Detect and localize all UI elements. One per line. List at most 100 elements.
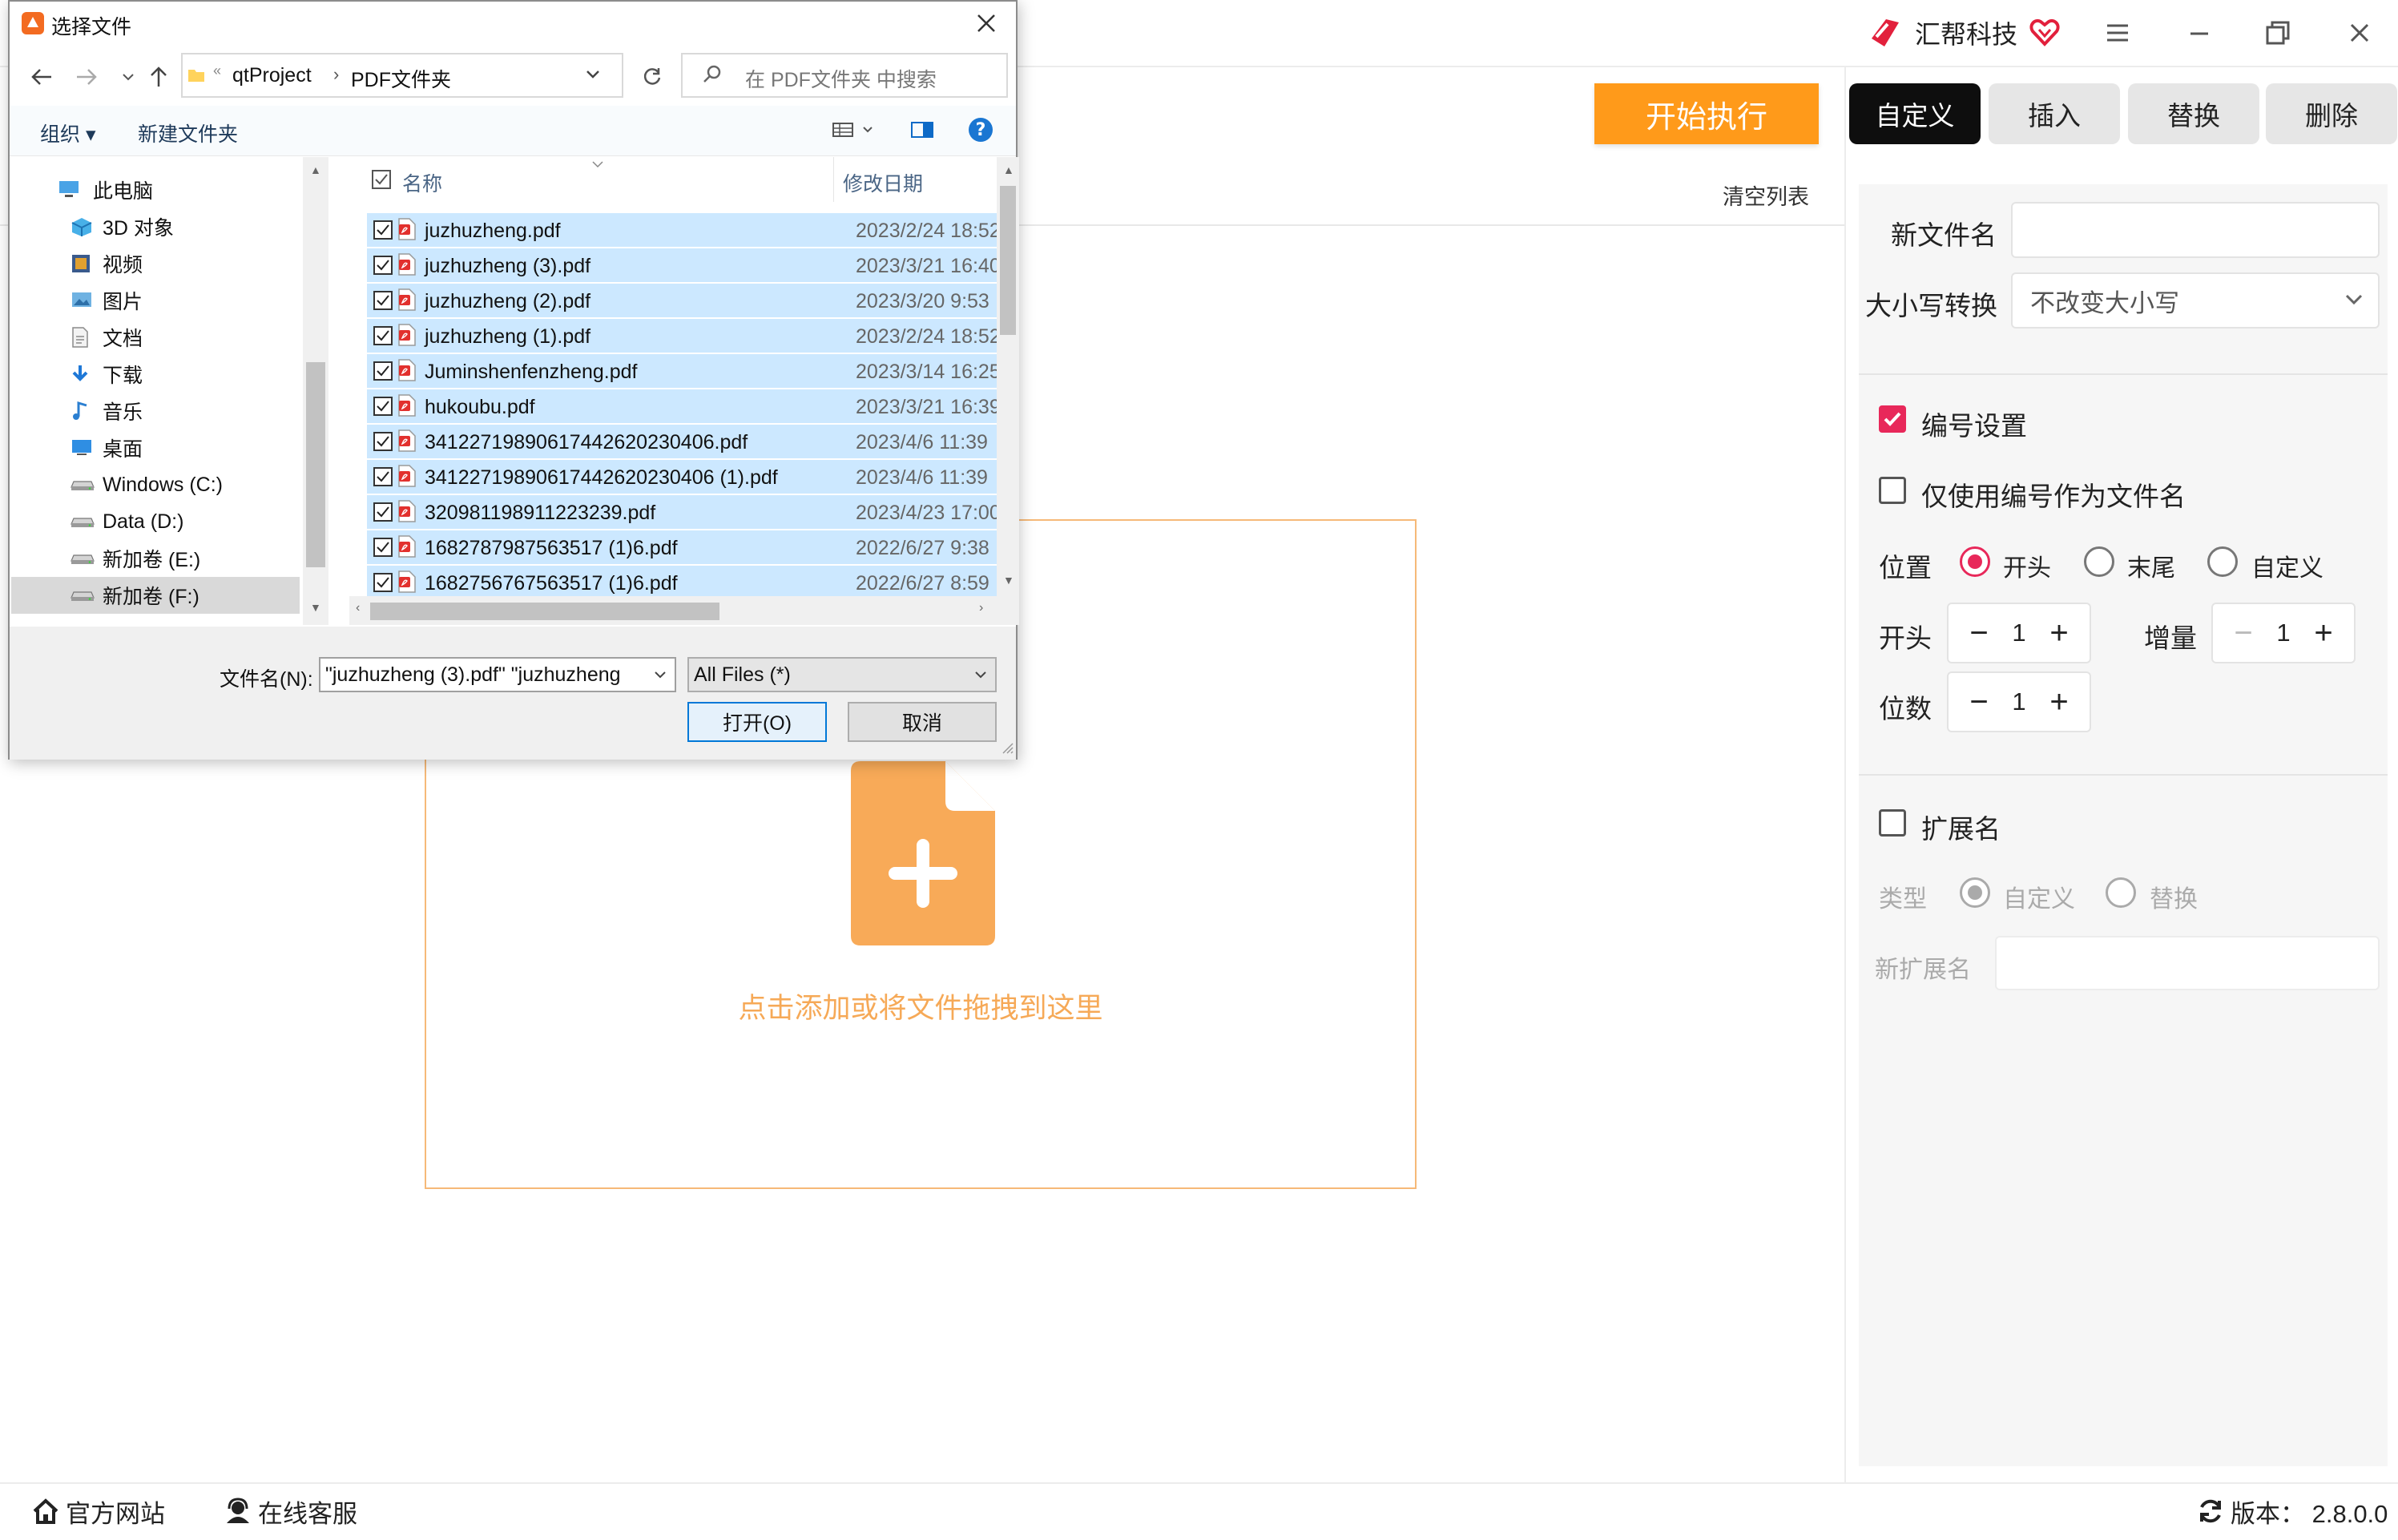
file-checkbox[interactable] — [373, 467, 393, 486]
breadcrumb-pdf-folder[interactable]: PDF文件夹 — [351, 64, 451, 93]
new-filename-input[interactable] — [2011, 202, 2380, 258]
increment-increment-button[interactable]: + — [2304, 604, 2343, 662]
view-options-icon[interactable] — [832, 120, 877, 139]
file-checkbox[interactable] — [373, 256, 393, 275]
numbering-checkbox[interactable] — [1879, 405, 1906, 433]
file-checkbox[interactable] — [373, 432, 393, 451]
start-stepper[interactable]: − 1 + — [1947, 603, 2091, 663]
nav-item-8[interactable]: Windows (C:) — [11, 466, 300, 503]
nav-item-3[interactable]: 图片 — [11, 282, 300, 319]
breadcrumb-qtproject[interactable]: qtProject — [232, 64, 312, 87]
dialog-close-icon[interactable] — [976, 13, 997, 34]
file-checkbox[interactable] — [373, 502, 393, 522]
file-hscroll-thumb[interactable] — [370, 603, 719, 620]
vip-heart-icon[interactable] — [2029, 17, 2061, 49]
column-header-date[interactable]: 修改日期 — [843, 168, 923, 197]
file-row[interactable]: juzhuzheng (2).pdf 2023/3/20 9:53 — [367, 284, 997, 319]
nav-scroll-thumb[interactable] — [306, 362, 325, 567]
start-increment-button[interactable]: + — [2040, 604, 2078, 662]
tab-delete[interactable]: 删除 — [2266, 83, 2397, 144]
refresh-folder-icon[interactable] — [638, 62, 667, 91]
digits-value[interactable]: 1 — [1998, 673, 2040, 731]
extension-checkbox[interactable] — [1879, 809, 1906, 837]
tab-insert[interactable]: 插入 — [1989, 83, 2120, 144]
file-checkbox[interactable] — [373, 291, 393, 310]
preview-pane-icon[interactable] — [910, 120, 934, 139]
file-checkbox[interactable] — [373, 397, 393, 416]
close-icon[interactable] — [2340, 13, 2380, 53]
help-icon[interactable]: ? — [968, 117, 993, 143]
file-checkbox[interactable] — [373, 573, 393, 592]
search-input[interactable]: 在 PDF文件夹 中搜索 — [681, 53, 1008, 98]
recent-locations-icon[interactable] — [114, 62, 143, 91]
nav-pane-scrollbar[interactable]: ▲ ▼ — [303, 157, 328, 625]
version-info[interactable]: 版本： 2.8.0.0 — [2197, 1492, 2388, 1530]
address-bar[interactable]: « qtProject › PDF文件夹 — [181, 53, 623, 98]
resize-grip-icon[interactable] — [1000, 740, 1014, 755]
file-row[interactable]: juzhuzheng (3).pdf 2023/3/21 16:40 — [367, 248, 1001, 284]
file-row[interactable]: 320981198911223239.pdf 2023/4/23 17:00 — [367, 495, 1001, 530]
increment-stepper[interactable]: − 1 + — [2211, 603, 2356, 663]
file-row[interactable]: hukoubu.pdf 2023/3/21 16:39 — [367, 389, 1001, 425]
file-vscroll-thumb[interactable] — [1000, 186, 1016, 335]
nav-item-11[interactable]: 新加卷 (F:) — [11, 577, 300, 614]
file-row[interactable]: juzhuzheng (1).pdf 2023/2/24 18:52 — [367, 319, 1001, 354]
official-website-link[interactable]: 官方网站 — [32, 1492, 165, 1530]
restore-icon[interactable] — [2258, 13, 2298, 53]
file-row[interactable]: 341227198906174426202304​06.pdf 2023/4/6 … — [367, 425, 997, 460]
nav-item-0[interactable]: 此电脑 — [11, 171, 300, 208]
file-checkbox[interactable] — [373, 326, 393, 345]
nav-item-1[interactable]: 3D 对象 — [11, 208, 300, 245]
organize-button[interactable]: 组织 ▾ — [40, 119, 96, 147]
start-execute-button[interactable]: 开始执行 — [1594, 83, 1819, 144]
nav-item-4[interactable]: 文档 — [11, 319, 300, 356]
tab-replace[interactable]: 替换 — [2128, 83, 2259, 144]
column-header-name[interactable]: 名称 — [402, 168, 442, 197]
clear-list-button[interactable]: 清空列表 — [1723, 179, 1809, 211]
nav-item-10[interactable]: 新加卷 (E:) — [11, 540, 300, 577]
position-end-radio[interactable] — [2084, 546, 2114, 577]
digits-decrement-button[interactable]: − — [1960, 673, 1998, 731]
nav-item-6[interactable]: 音乐 — [11, 393, 300, 429]
address-dropdown-icon[interactable] — [585, 69, 601, 80]
nav-item-9[interactable]: Data (D:) — [11, 503, 300, 540]
filename-dropdown-icon[interactable] — [654, 670, 667, 679]
file-row[interactable]: Juminshenfenzheng.pdf 2023/3/14 16:25 — [367, 354, 1001, 389]
file-checkbox[interactable] — [373, 220, 393, 240]
increment-value[interactable]: 1 — [2263, 604, 2304, 662]
nav-item-2[interactable]: 视频 — [11, 245, 300, 282]
position-start-radio[interactable] — [1960, 546, 1990, 577]
file-checkbox[interactable] — [373, 538, 393, 557]
digits-stepper[interactable]: − 1 + — [1947, 671, 2091, 732]
start-decrement-button[interactable]: − — [1960, 604, 1998, 662]
only-number-checkbox[interactable] — [1879, 477, 1906, 504]
minimize-icon[interactable] — [2179, 13, 2219, 53]
up-folder-arrow-icon[interactable] — [144, 62, 173, 91]
position-custom-radio[interactable] — [2207, 546, 2238, 577]
tab-custom[interactable]: 自定义 — [1849, 83, 1981, 144]
digits-increment-button[interactable]: + — [2040, 673, 2078, 731]
menu-icon[interactable] — [2098, 13, 2138, 53]
file-list-horizontal-scrollbar[interactable]: ‹ › — [349, 596, 997, 625]
cancel-button[interactable]: 取消 — [848, 702, 997, 742]
back-arrow-icon[interactable] — [27, 62, 56, 91]
start-value[interactable]: 1 — [1998, 604, 2040, 662]
case-conversion-select[interactable]: 不改变大小写 — [2011, 272, 2380, 329]
online-support-link[interactable]: 在线客服 — [224, 1492, 357, 1530]
nav-item-7[interactable]: 桌面 — [11, 429, 300, 466]
new-folder-button[interactable]: 新建文件夹 — [138, 119, 238, 147]
forward-arrow-icon[interactable] — [72, 62, 101, 91]
select-all-checkbox[interactable] — [372, 170, 391, 189]
filename-input[interactable]: "juzhuzheng (3).pdf" "juzhuzheng — [319, 657, 676, 692]
file-row[interactable]: juzhuzheng.pdf 2023/2/24 18:52 — [367, 213, 1001, 248]
file-row[interactable]: 34122719890617442620230406 (1).pdf 2023/4… — [367, 460, 997, 495]
increment-decrement-button[interactable]: − — [2224, 604, 2263, 662]
open-button[interactable]: 打开(O) — [687, 702, 827, 742]
file-checkbox[interactable] — [373, 361, 393, 381]
file-row[interactable]: 1682787987563517 (1)6.pdf 2022/6/27 9:38 — [367, 530, 997, 566]
new-extension-input[interactable] — [1995, 936, 2380, 990]
type-replace-radio[interactable] — [2106, 877, 2136, 908]
file-list-vertical-scrollbar[interactable]: ▲ ▼ — [997, 157, 1019, 625]
type-custom-radio[interactable] — [1960, 877, 1990, 908]
add-file-icon[interactable] — [851, 761, 995, 945]
